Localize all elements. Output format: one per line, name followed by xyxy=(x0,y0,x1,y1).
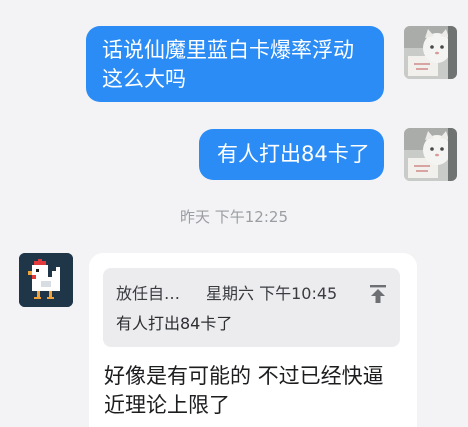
message-text: 话说仙魔里蓝白卡爆率浮动这么大吗 xyxy=(102,38,354,91)
outgoing-message-bubble[interactable]: 话说仙魔里蓝白卡爆率浮动这么大吗 xyxy=(86,26,384,102)
message-timestamp: 昨天 下午12:25 xyxy=(180,208,288,226)
arrow-up-to-line-icon xyxy=(370,285,386,303)
jump-to-original-icon[interactable] xyxy=(366,282,390,306)
quoted-sender-name: 放任自… xyxy=(116,284,181,303)
cat-photo-avatar-icon xyxy=(404,128,457,181)
quoted-message-card[interactable] xyxy=(103,268,400,347)
self-avatar[interactable] xyxy=(404,128,457,181)
incoming-message-text: 好像是有可能的 不过已经快逼近理论上限了 xyxy=(104,364,384,417)
cat-photo-avatar-icon xyxy=(404,26,457,79)
self-avatar[interactable] xyxy=(404,26,457,79)
outgoing-message-bubble[interactable]: 有人打出84卡了 xyxy=(199,129,384,180)
message-text: 有人打出84卡了 xyxy=(217,142,370,166)
quoted-message-time: 星期六 下午10:45 xyxy=(206,284,338,303)
pixel-chicken-avatar-icon xyxy=(19,253,73,307)
contact-avatar[interactable] xyxy=(19,253,73,307)
quoted-message-text: 有人打出84卡了 xyxy=(116,314,233,333)
